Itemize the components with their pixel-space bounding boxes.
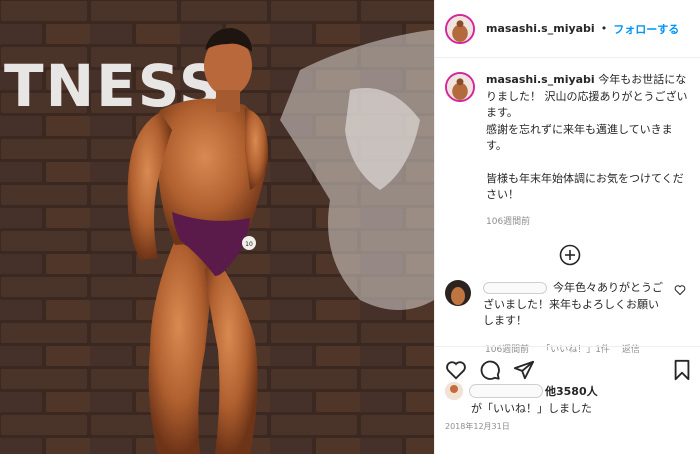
comment-body: 今年色々ありがとうございました！来年もよろしくお願いします！	[483, 280, 665, 330]
likes-summary[interactable]: 他3580人	[445, 382, 598, 400]
bookmark-icon[interactable]	[671, 359, 693, 381]
commenter-name-redacted[interactable]	[483, 282, 547, 294]
post-side-panel: masashi.s_miyabi • フォローする masashi.s_miya…	[434, 0, 700, 454]
liker-avatar[interactable]	[445, 382, 463, 400]
caption-avatar[interactable]	[445, 72, 475, 102]
caption-body: masashi.s_miyabi 今年もお世話になりました！ 沢山の応援ありがと…	[486, 72, 690, 230]
post-photo[interactable]: TNESS 10	[0, 0, 434, 454]
heart-icon[interactable]	[445, 359, 467, 381]
liked-by-text: が「いいね！」しました	[471, 402, 592, 415]
plus-circle-icon[interactable]	[559, 244, 581, 266]
competitor-number: 10	[245, 241, 253, 248]
follow-button[interactable]: フォローする	[613, 21, 679, 37]
bodybuilder-photo: TNESS 10	[0, 0, 434, 454]
comment-icon[interactable]	[479, 359, 501, 381]
caption-username[interactable]: masashi.s_miyabi	[486, 73, 595, 86]
separator-dot: •	[600, 22, 608, 35]
share-icon[interactable]	[513, 359, 535, 381]
post-caption: masashi.s_miyabi 今年もお世話になりました！ 沢山の応援ありがと…	[435, 58, 700, 230]
caption-line-3: 皆様も年末年始体調にお気をつけてください！	[486, 171, 684, 202]
likes-count[interactable]: 他3580人	[545, 383, 598, 399]
caption-time[interactable]: 106週間前	[486, 214, 690, 231]
liker-name-redacted[interactable]	[469, 384, 543, 398]
comment-item: 今年色々ありがとうございました！来年もよろしくお願いします！	[435, 270, 700, 330]
author-avatar[interactable]	[445, 13, 475, 44]
author-username[interactable]: masashi.s_miyabi	[486, 22, 595, 35]
post-date[interactable]: 2018年12月31日	[445, 421, 510, 432]
caption-line-2: 感謝を忘れずに来年も邁進していきます。	[486, 122, 673, 153]
post-actions	[435, 346, 700, 386]
post-header: masashi.s_miyabi • フォローする	[435, 0, 700, 58]
comment-heart-icon[interactable]	[674, 284, 686, 296]
commenter-avatar[interactable]	[445, 280, 471, 306]
